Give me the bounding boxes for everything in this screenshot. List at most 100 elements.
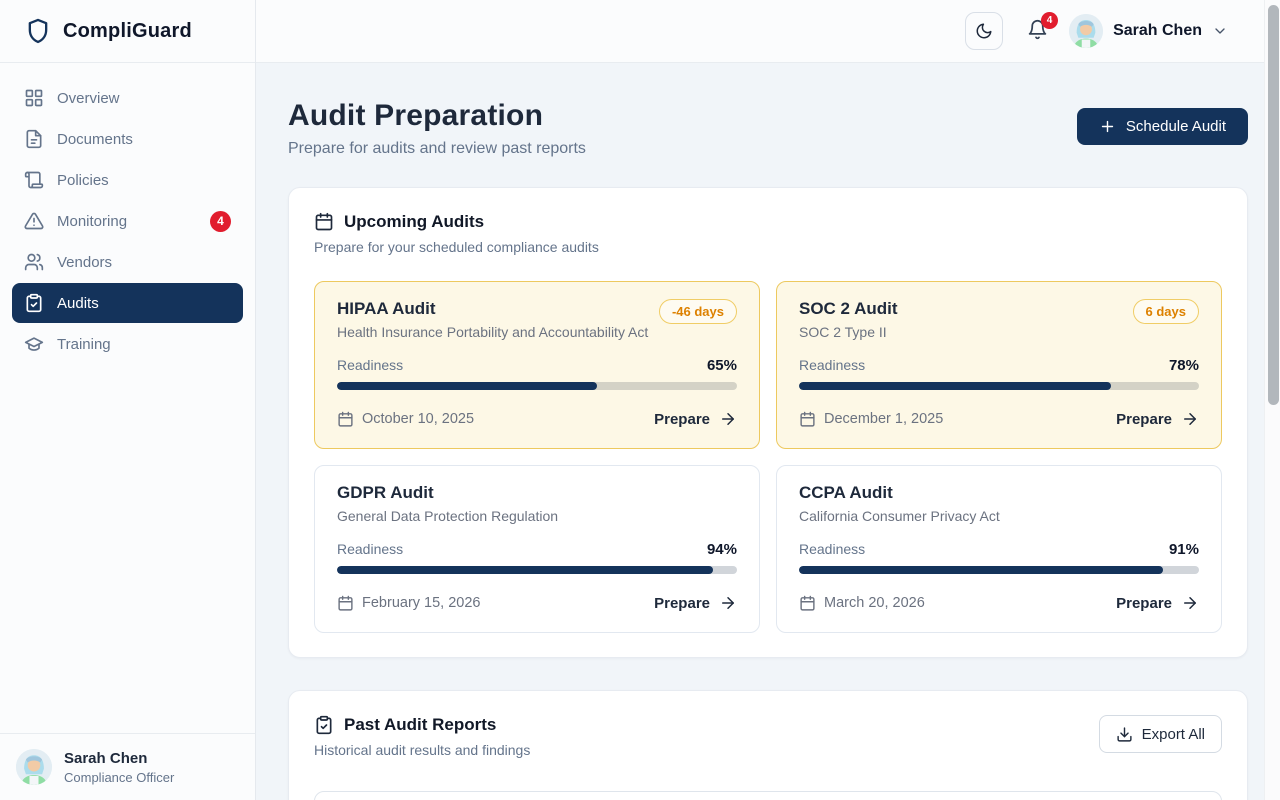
sidebar-item-vendors[interactable]: Vendors bbox=[12, 242, 243, 282]
past-reports-list bbox=[314, 791, 1222, 800]
clipboard-check-icon bbox=[314, 715, 334, 735]
readiness-value: 65% bbox=[707, 357, 737, 374]
readiness-progress-track bbox=[799, 382, 1199, 390]
readiness-label: Readiness bbox=[799, 541, 865, 557]
prepare-label: Prepare bbox=[654, 411, 710, 428]
sidebar-nav: Overview Documents Policies Monitoring 4 bbox=[0, 63, 255, 364]
download-icon bbox=[1116, 726, 1133, 743]
page-header: Audit Preparation Prepare for audits and… bbox=[288, 99, 1248, 158]
user-role: Compliance Officer bbox=[64, 770, 174, 785]
upcoming-audits-panel: Upcoming Audits Prepare for your schedul… bbox=[288, 187, 1248, 658]
scrollbar bbox=[1264, 0, 1280, 800]
audit-subtitle: California Consumer Privacy Act bbox=[799, 508, 1000, 524]
avatar bbox=[1069, 14, 1103, 48]
sidebar: CompliGuard Overview Documents Policies … bbox=[0, 0, 256, 800]
calendar-icon bbox=[337, 595, 354, 612]
arrow-right-icon bbox=[719, 594, 737, 612]
past-reports-panel: Past Audit Reports Historical audit resu… bbox=[288, 690, 1248, 800]
shield-icon bbox=[24, 17, 52, 45]
prepare-link[interactable]: Prepare bbox=[654, 410, 737, 428]
prepare-label: Prepare bbox=[1116, 595, 1172, 612]
notifications-button[interactable]: 4 bbox=[1027, 19, 1051, 43]
header-user-name: Sarah Chen bbox=[1113, 22, 1202, 40]
export-all-label: Export All bbox=[1142, 726, 1205, 743]
top-header: 4 Sarah Chen bbox=[256, 0, 1280, 63]
monitoring-count-badge: 4 bbox=[210, 211, 231, 232]
audit-subtitle: SOC 2 Type II bbox=[799, 324, 898, 340]
sidebar-item-monitoring[interactable]: Monitoring 4 bbox=[12, 201, 243, 241]
sidebar-item-label: Policies bbox=[57, 172, 109, 189]
readiness-progress-track bbox=[799, 566, 1199, 574]
readiness-label: Readiness bbox=[337, 541, 403, 557]
page-subtitle: Prepare for audits and review past repor… bbox=[288, 140, 586, 158]
readiness-progress-fill bbox=[799, 382, 1111, 390]
sidebar-item-label: Training bbox=[57, 336, 111, 353]
audit-subtitle: Health Insurance Portability and Account… bbox=[337, 324, 648, 340]
sidebar-item-documents[interactable]: Documents bbox=[12, 119, 243, 159]
calendar-icon bbox=[337, 411, 354, 428]
readiness-progress-fill bbox=[337, 566, 713, 574]
user-name: Sarah Chen bbox=[64, 750, 174, 767]
audit-card-gdpr[interactable]: GDPR Audit General Data Protection Regul… bbox=[314, 465, 760, 633]
readiness-progress-fill bbox=[799, 566, 1163, 574]
readiness-value: 91% bbox=[1169, 541, 1199, 558]
audit-date: February 15, 2026 bbox=[362, 595, 481, 611]
brand-name: CompliGuard bbox=[63, 20, 192, 43]
prepare-label: Prepare bbox=[1116, 411, 1172, 428]
plus-icon bbox=[1099, 118, 1116, 135]
scrollbar-thumb[interactable] bbox=[1268, 5, 1279, 405]
main-content: Audit Preparation Prepare for audits and… bbox=[256, 63, 1280, 800]
readiness-value: 94% bbox=[707, 541, 737, 558]
page-title: Audit Preparation bbox=[288, 99, 586, 133]
prepare-link[interactable]: Prepare bbox=[1116, 410, 1199, 428]
clipboard-check-icon bbox=[24, 293, 44, 313]
audit-card-hipaa[interactable]: HIPAA Audit Health Insurance Portability… bbox=[314, 281, 760, 449]
readiness-label: Readiness bbox=[337, 357, 403, 373]
audit-date: October 10, 2025 bbox=[362, 411, 474, 427]
calendar-icon bbox=[799, 411, 816, 428]
users-icon bbox=[24, 252, 44, 272]
moon-icon bbox=[975, 22, 993, 40]
sidebar-item-label: Audits bbox=[57, 295, 99, 312]
prepare-link[interactable]: Prepare bbox=[1116, 594, 1199, 612]
past-reports-subtitle: Historical audit results and findings bbox=[314, 742, 530, 758]
brand-logo: CompliGuard bbox=[0, 0, 255, 63]
audit-title: GDPR Audit bbox=[337, 483, 558, 503]
prepare-link[interactable]: Prepare bbox=[654, 594, 737, 612]
audit-grid: HIPAA Audit Health Insurance Portability… bbox=[314, 281, 1222, 633]
calendar-icon bbox=[314, 212, 334, 232]
grid-icon bbox=[24, 88, 44, 108]
upcoming-audits-title: Upcoming Audits bbox=[344, 212, 484, 232]
arrow-right-icon bbox=[719, 410, 737, 428]
avatar bbox=[16, 749, 52, 785]
days-remaining-badge: 6 days bbox=[1133, 299, 1199, 324]
sidebar-user-profile[interactable]: Sarah Chen Compliance Officer bbox=[0, 733, 255, 800]
document-icon bbox=[24, 129, 44, 149]
readiness-progress-track bbox=[337, 566, 737, 574]
sidebar-item-policies[interactable]: Policies bbox=[12, 160, 243, 200]
sidebar-item-overview[interactable]: Overview bbox=[12, 78, 243, 118]
user-menu[interactable]: Sarah Chen bbox=[1069, 14, 1228, 48]
upcoming-audits-subtitle: Prepare for your scheduled compliance au… bbox=[314, 239, 1222, 255]
prepare-label: Prepare bbox=[654, 595, 710, 612]
calendar-icon bbox=[799, 595, 816, 612]
sidebar-item-label: Documents bbox=[57, 131, 133, 148]
theme-toggle-button[interactable] bbox=[965, 12, 1003, 50]
readiness-progress-track bbox=[337, 382, 737, 390]
export-all-button[interactable]: Export All bbox=[1099, 715, 1222, 753]
past-reports-title: Past Audit Reports bbox=[344, 715, 496, 735]
schedule-audit-button[interactable]: Schedule Audit bbox=[1077, 108, 1248, 145]
arrow-right-icon bbox=[1181, 594, 1199, 612]
audit-card-soc2[interactable]: SOC 2 Audit SOC 2 Type II 6 days Readine… bbox=[776, 281, 1222, 449]
audit-date: December 1, 2025 bbox=[824, 411, 943, 427]
chevron-down-icon bbox=[1212, 23, 1228, 39]
sidebar-item-label: Monitoring bbox=[57, 213, 127, 230]
audit-date: March 20, 2026 bbox=[824, 595, 925, 611]
audit-card-ccpa[interactable]: CCPA Audit California Consumer Privacy A… bbox=[776, 465, 1222, 633]
audit-title: HIPAA Audit bbox=[337, 299, 648, 319]
sidebar-item-training[interactable]: Training bbox=[12, 324, 243, 364]
sidebar-item-label: Vendors bbox=[57, 254, 112, 271]
sidebar-item-audits[interactable]: Audits bbox=[12, 283, 243, 323]
audit-title: SOC 2 Audit bbox=[799, 299, 898, 319]
content-column: 4 Sarah Chen Audit Preparation Prepare f… bbox=[256, 0, 1280, 800]
